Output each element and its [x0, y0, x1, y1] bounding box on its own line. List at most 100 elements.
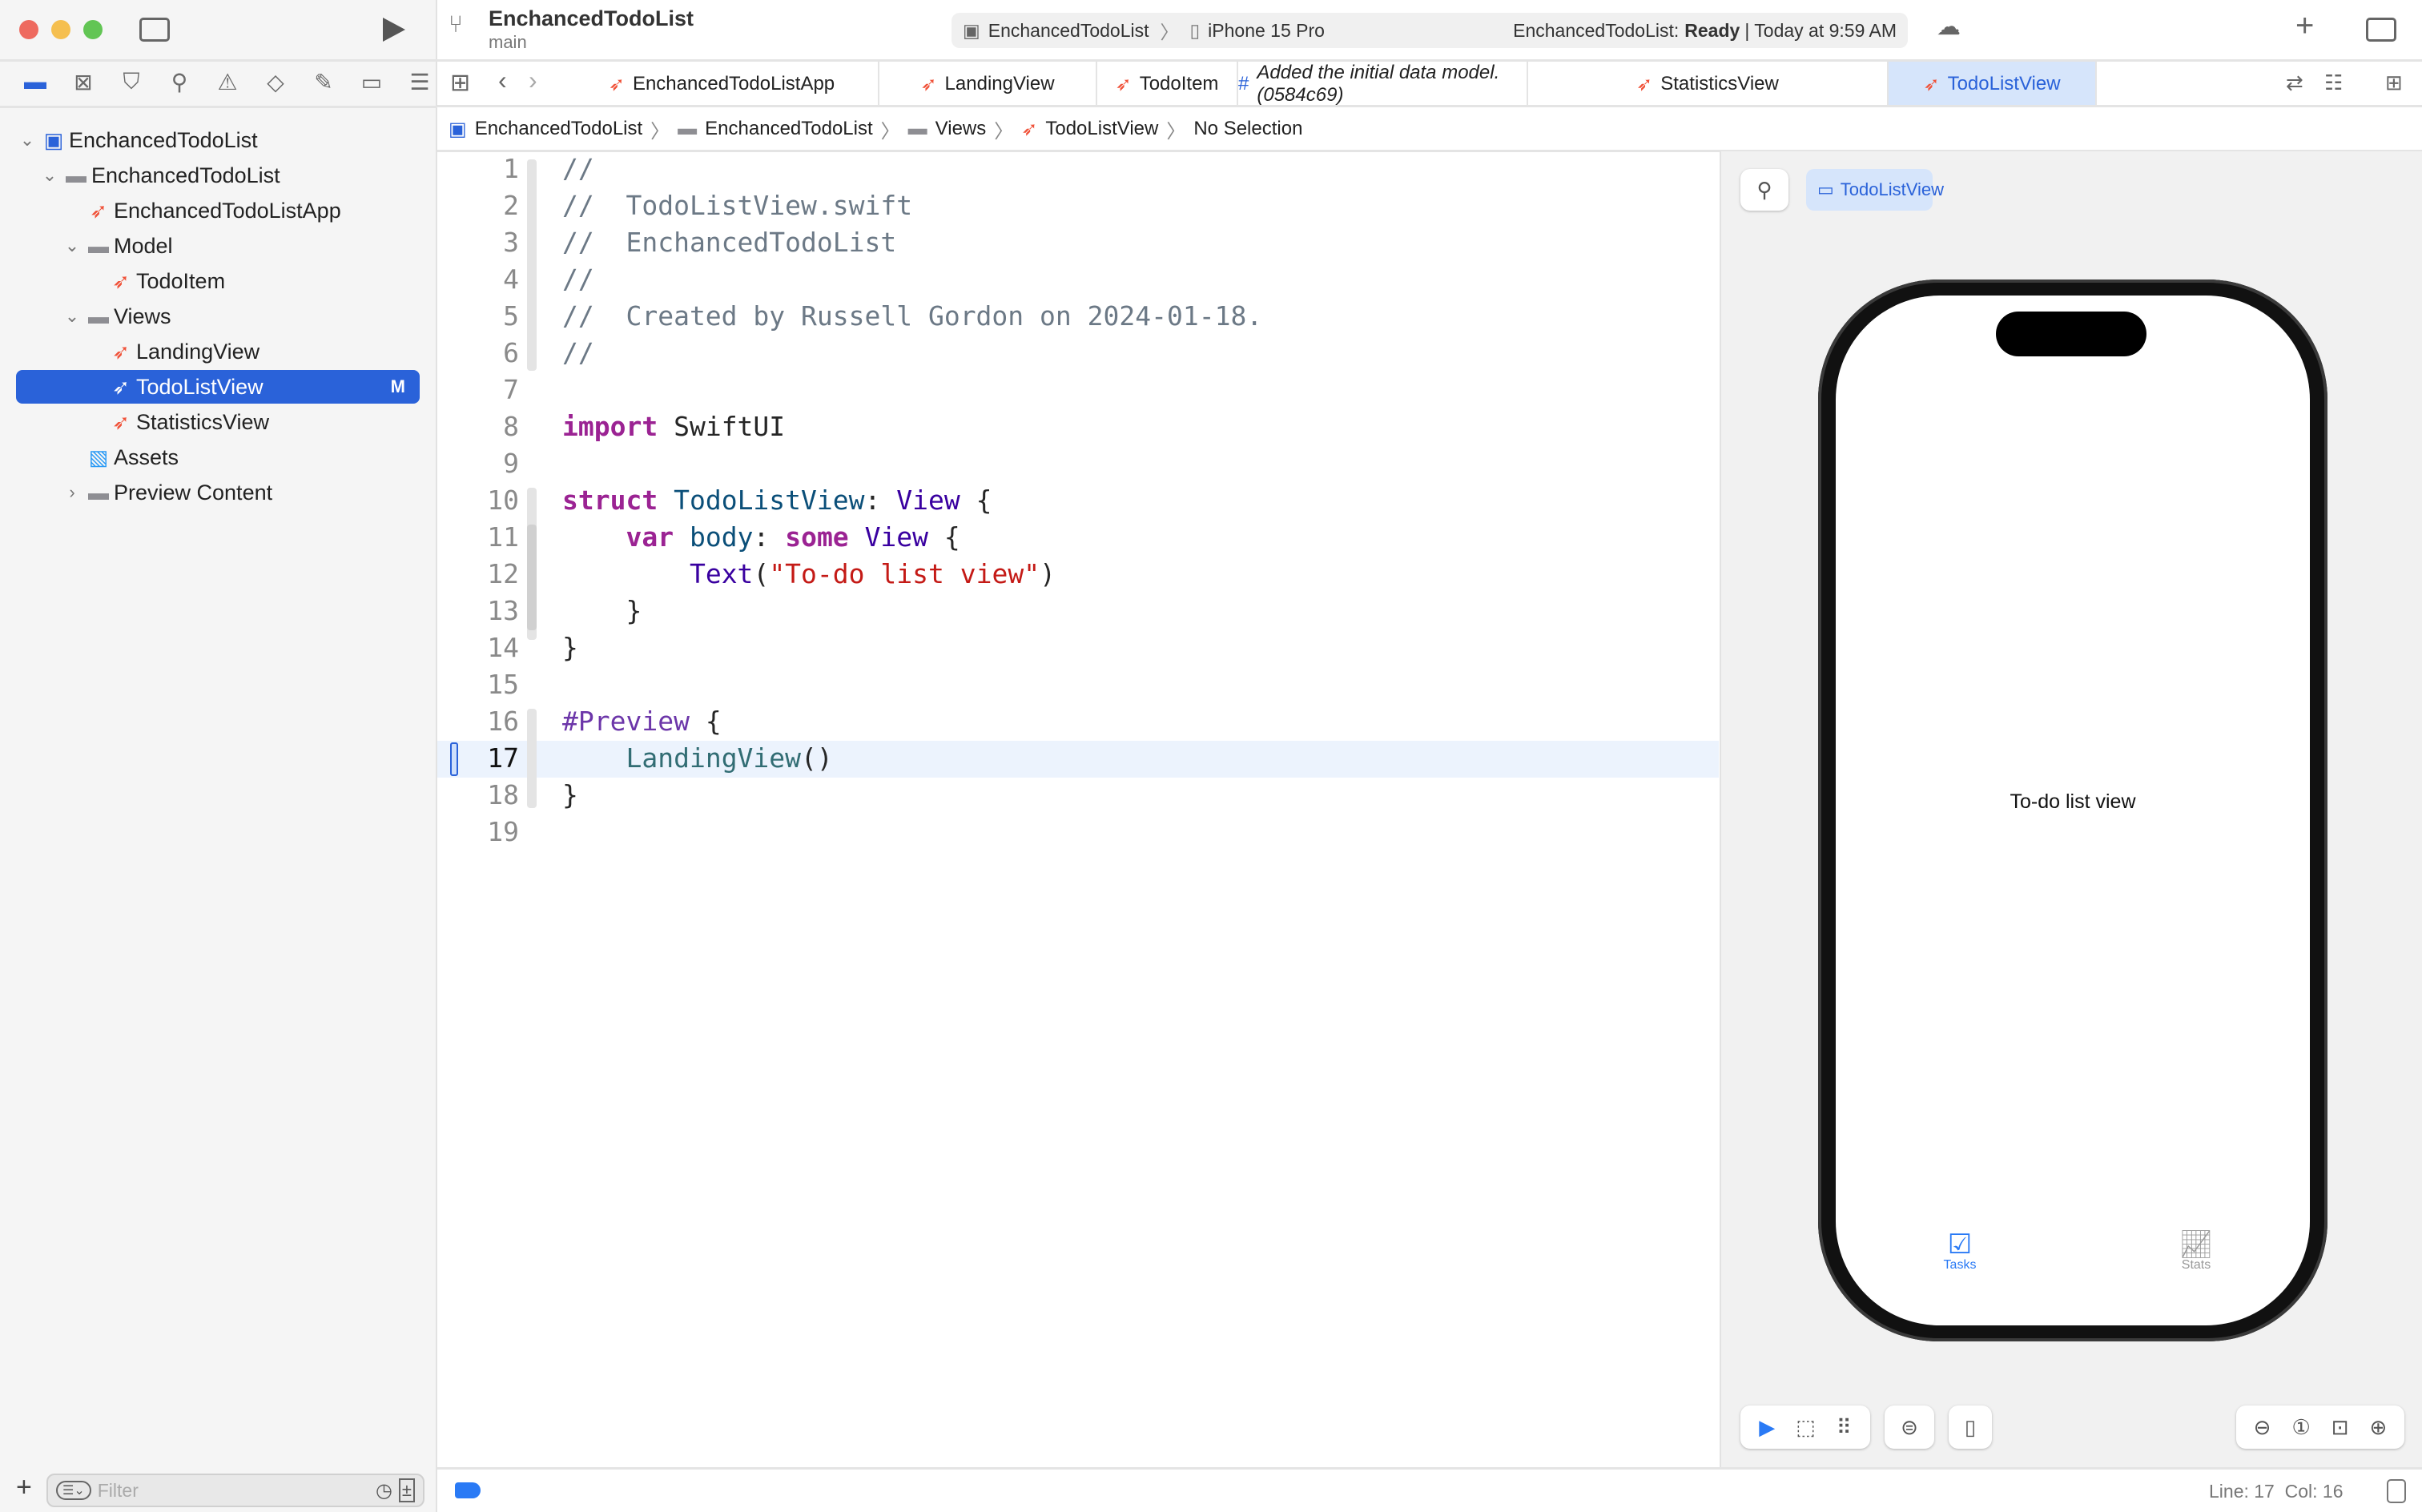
run-button[interactable]: [383, 18, 405, 42]
tree-item-label: LandingView: [136, 340, 260, 364]
add-file-button[interactable]: +: [16, 1472, 32, 1503]
selectable-mode-icon[interactable]: ⬚: [1796, 1415, 1816, 1440]
tree-item-label: Model: [114, 234, 173, 259]
disclosure-chevron-icon[interactable]: ›: [61, 482, 83, 503]
swift-icon: ➶: [106, 269, 136, 294]
test-navigator-icon[interactable]: ◇: [251, 69, 300, 95]
zoom-out-icon[interactable]: ⊖: [2254, 1415, 2271, 1440]
editor-tab[interactable]: ➶TodoItem: [1097, 62, 1238, 107]
dynamic-island: [1996, 312, 2146, 356]
tree-item[interactable]: ➶TodoItem: [16, 264, 420, 298]
zoom-100-icon[interactable]: ①: [2291, 1415, 2310, 1440]
cloud-status-icon[interactable]: ☁: [1937, 13, 1961, 41]
swift-icon: ➶: [1636, 73, 1652, 96]
project-navigator-icon[interactable]: ▬: [11, 69, 59, 95]
scheme-selector[interactable]: EnchancedTodoList: [988, 20, 1149, 42]
code-token-comment: //: [562, 337, 594, 368]
breakpoint-navigator-icon[interactable]: ▭: [348, 69, 396, 95]
tree-item-label: EnchancedTodoList: [69, 128, 258, 153]
activity-view: ▣ EnchancedTodoList 〉 ▯ iPhone 15 Pro En…: [952, 13, 1908, 48]
editor-tab[interactable]: #Added the initial data model. (0584c69): [1238, 62, 1528, 107]
filter-field[interactable]: ☰⌄ Filter ◷ ±: [46, 1474, 424, 1507]
editor-tab[interactable]: ➶LandingView: [879, 62, 1097, 107]
disclosure-chevron-icon[interactable]: ⌄: [61, 235, 83, 256]
tree-item[interactable]: ➶StatisticsView: [16, 405, 420, 439]
forward-button[interactable]: ›: [529, 66, 537, 95]
disclosure-chevron-icon[interactable]: ⌄: [38, 165, 61, 186]
code-fold-ribbon[interactable]: [527, 709, 537, 808]
filter-options-icon[interactable]: ☰⌄: [56, 1481, 91, 1500]
related-items-icon[interactable]: ⊞: [450, 69, 470, 97]
minimize-window-button[interactable]: [51, 20, 70, 39]
tab-tasks[interactable]: ☑ Tasks: [1928, 1231, 1992, 1273]
library-add-button[interactable]: +: [2295, 8, 2314, 44]
breadcrumb-project[interactable]: EnchancedTodoList: [475, 118, 642, 140]
code-token-kw: import: [562, 411, 658, 442]
tree-item[interactable]: ›▬Preview Content: [16, 476, 420, 509]
breadcrumb-file[interactable]: TodoListView: [1045, 118, 1158, 140]
editor-tab[interactable]: ➶TodoListView: [1889, 62, 2097, 107]
code-review-icon[interactable]: ⇄: [2286, 70, 2303, 95]
tree-item[interactable]: ▧Assets: [16, 440, 420, 474]
tree-item[interactable]: ⌄▣EnchancedTodoList: [16, 123, 420, 157]
build-status-prefix: EnchancedTodoList:: [1513, 20, 1679, 42]
tree-item[interactable]: ➶TodoListViewM: [16, 370, 420, 404]
tree-item[interactable]: ➶EnchancedTodoListApp: [16, 194, 420, 227]
status-bar: Line: 17 Col: 16: [437, 1467, 2422, 1512]
live-mode-icon[interactable]: ▶: [1759, 1415, 1775, 1440]
zoom-in-icon[interactable]: ⊕: [2370, 1415, 2388, 1440]
debug-navigator-icon[interactable]: ✎: [300, 69, 348, 95]
code-line: // Created by Russell Gordon on 2024-01-…: [562, 300, 1262, 332]
filter-input[interactable]: Filter: [98, 1480, 139, 1502]
tree-item[interactable]: ⌄▬EnchancedTodoList: [16, 159, 420, 192]
code-line: #Preview {: [562, 706, 722, 737]
source-control-filter-icon[interactable]: ±: [399, 1478, 415, 1502]
zoom-window-button[interactable]: [83, 20, 103, 39]
tree-item[interactable]: ⌄▬Views: [16, 300, 420, 333]
code-fold-ribbon[interactable]: [527, 159, 537, 371]
device-button[interactable]: ▯: [1949, 1405, 1992, 1449]
code-token-plain: :: [753, 521, 785, 553]
device-selector[interactable]: iPhone 15 Pro: [1208, 20, 1325, 42]
line-number: 13: [437, 595, 519, 626]
device-settings-button[interactable]: ⊜: [1885, 1405, 1934, 1449]
tab-stats[interactable]: 📈︎ Stats: [2164, 1231, 2228, 1273]
code-line: //: [562, 153, 594, 184]
back-button[interactable]: ‹: [498, 66, 507, 95]
pin-preview-button[interactable]: ⚲: [1740, 169, 1788, 211]
preview-selector-button[interactable]: ▭TodoListView: [1806, 169, 1933, 211]
recent-files-icon[interactable]: ◷: [376, 1479, 392, 1502]
code-fold-ribbon[interactable]: [527, 525, 537, 630]
toggle-sidebar-icon[interactable]: [139, 18, 170, 42]
folder-icon: ▬: [908, 118, 927, 140]
iphone-icon: ▯: [1190, 20, 1201, 42]
disclosure-chevron-icon[interactable]: ⌄: [16, 130, 38, 151]
bookmark-navigator-icon[interactable]: ⛉: [107, 69, 155, 95]
zoom-fit-icon[interactable]: ⊡: [2331, 1415, 2349, 1440]
editor-options-icon[interactable]: ☷: [2324, 70, 2343, 95]
breadcrumb-symbol[interactable]: No Selection: [1193, 118, 1302, 140]
tree-item[interactable]: ⌄▬Model: [16, 229, 420, 263]
add-editor-icon[interactable]: ⊞: [2385, 70, 2403, 95]
editor-tab-label: TodoItem: [1140, 73, 1219, 95]
source-control-navigator-icon[interactable]: ⊠: [59, 69, 107, 95]
layout-toggle-icon[interactable]: [2387, 1479, 2406, 1503]
app-scheme-icon: ▣: [963, 20, 980, 42]
toggle-inspector-icon[interactable]: [2366, 18, 2396, 42]
debug-area-toggle-icon[interactable]: [455, 1482, 481, 1498]
variants-icon[interactable]: ⠿: [1837, 1415, 1852, 1440]
editor-tab[interactable]: ➶StatisticsView: [1528, 62, 1889, 107]
disclosure-chevron-icon[interactable]: ⌄: [61, 306, 83, 327]
report-navigator-icon[interactable]: ☰: [396, 69, 444, 95]
issue-navigator-icon[interactable]: ⚠: [203, 69, 251, 95]
code-token-plain: {: [690, 706, 722, 737]
editor-tab[interactable]: ➶EnchancedTodoListApp: [565, 62, 879, 107]
source-editor[interactable]: 1//2// TodoListView.swift3// EnchancedTo…: [437, 151, 1719, 1467]
close-window-button[interactable]: [19, 20, 38, 39]
breadcrumb-views[interactable]: Views: [935, 118, 987, 140]
breadcrumb: ▣ EnchancedTodoList〉 ▬ EnchancedTodoList…: [449, 107, 1302, 151]
find-navigator-icon[interactable]: ⚲: [155, 69, 203, 95]
breadcrumb-group[interactable]: EnchancedTodoList: [705, 118, 872, 140]
tree-item[interactable]: ➶LandingView: [16, 335, 420, 368]
commit-hash-icon: #: [1238, 73, 1249, 95]
